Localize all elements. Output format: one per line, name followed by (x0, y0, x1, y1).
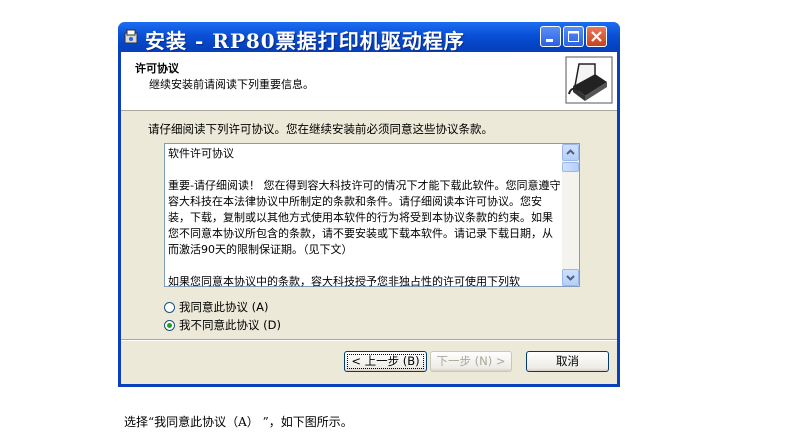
instruction-text: 请仔细阅读下列许可协议。您在继续安装前必须同意这些协议条款。 (148, 122, 493, 136)
title-bar[interactable]: 安装 - RP80票据打印机驱动程序 (118, 22, 620, 53)
accept-radio-option[interactable]: 我同意此协议 (A) (164, 299, 269, 315)
scroll-down-button[interactable] (562, 269, 579, 286)
cancel-button-label: 取消 (556, 354, 579, 368)
next-button[interactable]: 下一步 (N) > (430, 351, 512, 372)
minimize-icon (546, 39, 553, 42)
installer-window: 安装 - RP80票据打印机驱动程序 许可协议 继续安装前请阅读下列重要信息。 (118, 22, 620, 387)
page-subtitle: 继续安装前请阅读下列重要信息。 (149, 78, 314, 91)
vertical-scrollbar[interactable] (562, 144, 579, 286)
maximize-icon (568, 31, 579, 42)
setup-icon (124, 29, 138, 44)
license-line: 软件许可协议 (168, 147, 234, 160)
license-line: 如果您同意本协议中的条款，容大科技授予您非独占性的许可使用下列软 (168, 275, 520, 288)
window-title: 安装 - RP80票据打印机驱动程序 (145, 29, 465, 53)
chevron-down-icon (566, 275, 575, 281)
scroll-up-button[interactable] (562, 144, 579, 161)
decline-radio-label[interactable]: 我不同意此协议 (D) (179, 317, 281, 333)
caption-text: 选择“我同意此协议（A） ”，如下图所示。 (124, 415, 353, 429)
decline-radio-option[interactable]: 我不同意此协议 (D) (164, 317, 281, 333)
license-text: 软件许可协议 重要-请仔细阅读！ 您在得到容大科技许可的情况下才能下载此软件。您… (168, 146, 561, 290)
accept-radio[interactable] (164, 301, 175, 313)
close-icon (591, 31, 602, 42)
minimize-button[interactable] (540, 26, 561, 47)
page-title: 许可协议 (135, 62, 179, 75)
printer-icon (565, 56, 613, 104)
divider (121, 339, 617, 341)
back-button[interactable]: < 上一步 (B) (344, 351, 427, 372)
cancel-button[interactable]: 取消 (526, 351, 609, 372)
maximize-button[interactable] (563, 26, 584, 47)
license-line: 重要-请仔细阅读！ 您在得到容大科技许可的情况下才能下载此软件。您同意遵守容大科… (168, 179, 561, 256)
decline-radio[interactable] (164, 319, 175, 331)
wizard-header: 许可协议 继续安装前请阅读下列重要信息。 (121, 52, 617, 111)
scrollbar-thumb[interactable] (562, 162, 579, 172)
close-button[interactable] (586, 26, 607, 47)
license-textbox[interactable]: 软件许可协议 重要-请仔细阅读！ 您在得到容大科技许可的情况下才能下载此软件。您… (164, 143, 580, 290)
chevron-up-icon (566, 149, 575, 155)
accept-radio-label[interactable]: 我同意此协议 (A) (179, 299, 269, 315)
dialog-client-area: 许可协议 继续安装前请阅读下列重要信息。 请仔细阅读下列许可协议。您在继续安装前… (121, 52, 617, 384)
next-button-label: 下一步 (N) > (436, 354, 506, 368)
